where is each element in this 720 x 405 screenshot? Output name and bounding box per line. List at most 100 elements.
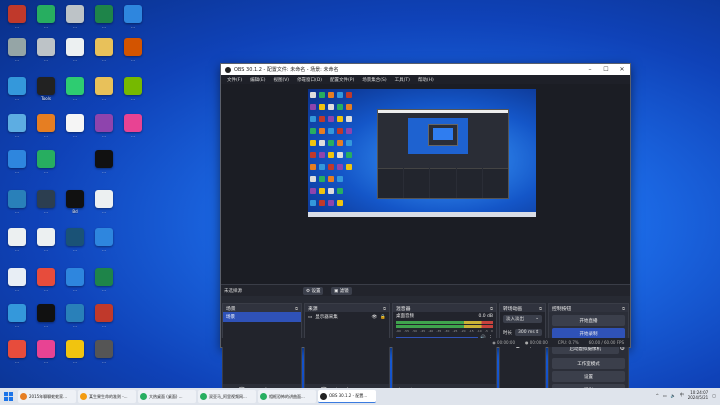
desktop-icon[interactable]: … bbox=[3, 112, 31, 148]
desktop-icon[interactable]: … bbox=[32, 302, 60, 338]
undock-icon[interactable]: ⧉ bbox=[490, 306, 493, 311]
desktop-icon[interactable]: … bbox=[61, 36, 89, 72]
menu-item[interactable]: 文件(F) bbox=[223, 77, 246, 83]
app-icon bbox=[66, 77, 84, 95]
desktop-icon[interactable]: … bbox=[3, 36, 31, 72]
preview-mini-icon bbox=[310, 116, 316, 122]
preview-mini-icon bbox=[319, 164, 325, 170]
desktop-icon[interactable]: … bbox=[90, 302, 118, 338]
desktop-icon[interactable]: Tools bbox=[32, 75, 60, 111]
desktop-icon-label: … bbox=[102, 24, 106, 29]
obs-titlebar[interactable]: OBS 30.1.2 - 配置文件: 未命名 - 场景: 未命名 – ☐ ✕ bbox=[221, 64, 630, 75]
preview-canvas[interactable] bbox=[308, 89, 536, 217]
settings-button[interactable]: 设置 bbox=[552, 371, 625, 382]
desktop-icon[interactable]: … bbox=[119, 112, 147, 148]
desktop-icon[interactable]: … bbox=[61, 302, 89, 338]
clock[interactable]: 10:24:07 2024/5/21 bbox=[688, 390, 709, 400]
lock-icon[interactable]: 🔒 bbox=[380, 315, 386, 320]
preview-mini-icon bbox=[337, 176, 343, 182]
desktop-icon[interactable]: … bbox=[3, 226, 31, 262]
desktop-icon[interactable]: … bbox=[3, 148, 31, 184]
obs-window[interactable]: OBS 30.1.2 - 配置文件: 未命名 - 场景: 未命名 – ☐ ✕ 文… bbox=[220, 63, 631, 397]
undock-icon[interactable]: ⧉ bbox=[539, 306, 542, 311]
menu-item[interactable]: 停靠窗口(D) bbox=[293, 77, 326, 83]
desktop-icon[interactable]: … bbox=[3, 338, 31, 374]
desktop-icon[interactable]: … bbox=[32, 226, 60, 262]
desktop-icon[interactable]: … bbox=[61, 338, 89, 374]
minimize-icon[interactable]: – bbox=[582, 66, 598, 73]
desktop-icon[interactable]: … bbox=[119, 75, 147, 111]
preview-area[interactable] bbox=[221, 84, 630, 284]
desktop-icon[interactable]: … bbox=[32, 148, 60, 184]
start-streaming-button[interactable]: 开始直播 bbox=[552, 315, 625, 326]
input-language[interactable]: 中 bbox=[680, 392, 684, 398]
start-button[interactable] bbox=[0, 388, 16, 405]
desktop-icon[interactable]: … bbox=[3, 75, 31, 111]
desktop-icon[interactable]: … bbox=[3, 266, 31, 302]
desktop-icon[interactable]: … bbox=[119, 36, 147, 72]
menu-item[interactable]: 帮助(H) bbox=[414, 77, 438, 83]
desktop-icon[interactable]: … bbox=[90, 3, 118, 39]
desktop-icon[interactable]: … bbox=[3, 3, 31, 39]
taskbar-app[interactable]: 某生果生命的准则 -... bbox=[78, 390, 136, 403]
studio-mode-button[interactable]: 工作室模式 bbox=[552, 358, 625, 369]
desktop-icon[interactable]: … bbox=[119, 3, 147, 39]
notification-icon[interactable]: ▢ bbox=[712, 393, 716, 398]
duration-input[interactable]: 300 ms ⇕ bbox=[515, 329, 542, 336]
close-icon[interactable]: ✕ bbox=[614, 66, 630, 73]
desktop-icon[interactable]: … bbox=[90, 338, 118, 374]
preview-mini-icon bbox=[328, 104, 334, 110]
desktop-icon[interactable]: … bbox=[32, 266, 60, 302]
desktop-icon[interactable]: … bbox=[90, 148, 118, 184]
desktop-icon[interactable]: … bbox=[32, 3, 60, 39]
preview-mini-icon bbox=[328, 92, 334, 98]
desktop-icon[interactable]: … bbox=[32, 338, 60, 374]
desktop-icon[interactable]: … bbox=[90, 36, 118, 72]
taskbar-app[interactable]: OBS 30.1.2 - 配置... bbox=[318, 390, 376, 403]
desktop-icon[interactable]: … bbox=[61, 112, 89, 148]
preview-mini-icon bbox=[310, 176, 316, 182]
menu-item[interactable]: 场景集合(S) bbox=[358, 77, 390, 83]
undock-icon[interactable]: ⧉ bbox=[383, 306, 386, 311]
app-icon bbox=[95, 77, 113, 95]
menu-item[interactable]: 编辑(E) bbox=[246, 77, 269, 83]
undock-icon[interactable]: ⧉ bbox=[622, 306, 625, 311]
scenes-title: 场景 bbox=[226, 306, 236, 312]
desktop-icon[interactable]: … bbox=[90, 112, 118, 148]
desktop-icon[interactable]: … bbox=[3, 302, 31, 338]
taskbar-app[interactable]: 2015年聊聊蛇蛇家... bbox=[18, 390, 76, 403]
chevron-up-icon[interactable]: ^ bbox=[656, 393, 659, 398]
undock-icon[interactable]: ⧉ bbox=[295, 306, 298, 311]
maximize-icon[interactable]: ☐ bbox=[598, 66, 614, 73]
source-filters-button[interactable]: ▣ 滤镜 bbox=[331, 287, 352, 295]
desktop-icon[interactable]: … bbox=[61, 75, 89, 111]
visibility-eye-icon[interactable]: 👁 bbox=[372, 315, 378, 320]
menu-item[interactable]: 配置文件(P) bbox=[326, 77, 358, 83]
desktop-icon[interactable]: … bbox=[90, 266, 118, 302]
taskbar-app[interactable]: 相框恐怖的讲曲面... bbox=[258, 390, 316, 403]
desktop-icon[interactable]: … bbox=[90, 226, 118, 262]
desktop-icon[interactable]: … bbox=[32, 36, 60, 72]
desktop-icon[interactable]: … bbox=[90, 75, 118, 111]
app-icon bbox=[37, 190, 55, 208]
volume-icon[interactable]: 🔈 bbox=[671, 393, 676, 398]
desktop-icon[interactable]: … bbox=[32, 112, 60, 148]
network-icon[interactable]: ▭ bbox=[663, 393, 667, 398]
desktop-icon[interactable]: … bbox=[61, 3, 89, 39]
preview-mini-icon bbox=[319, 104, 325, 110]
preview-mini-icon bbox=[328, 164, 334, 170]
desktop-icon[interactable]: … bbox=[32, 188, 60, 224]
desktop-icon[interactable]: … bbox=[61, 266, 89, 302]
source-item[interactable]: ▭ 显示器采集 👁 🔒 bbox=[305, 312, 389, 322]
taskbar-app[interactable]: 大热桌面 (桌面) ... bbox=[138, 390, 196, 403]
source-settings-button[interactable]: ⚙ 设置 bbox=[303, 287, 324, 295]
menu-item[interactable]: 视图(V) bbox=[269, 77, 293, 83]
menu-item[interactable]: 工具(T) bbox=[391, 77, 414, 83]
desktop-icon[interactable]: … bbox=[3, 188, 31, 224]
desktop-icon[interactable]: … bbox=[90, 188, 118, 224]
scene-item[interactable]: 场景 bbox=[223, 312, 301, 322]
transition-select[interactable]: 淡入淡出 ⌄ bbox=[503, 315, 542, 323]
desktop-icon[interactable]: Bd bbox=[61, 188, 89, 224]
desktop-icon[interactable]: … bbox=[61, 226, 89, 262]
taskbar-app[interactable]: 双亚马_阿里视频网... bbox=[198, 390, 256, 403]
